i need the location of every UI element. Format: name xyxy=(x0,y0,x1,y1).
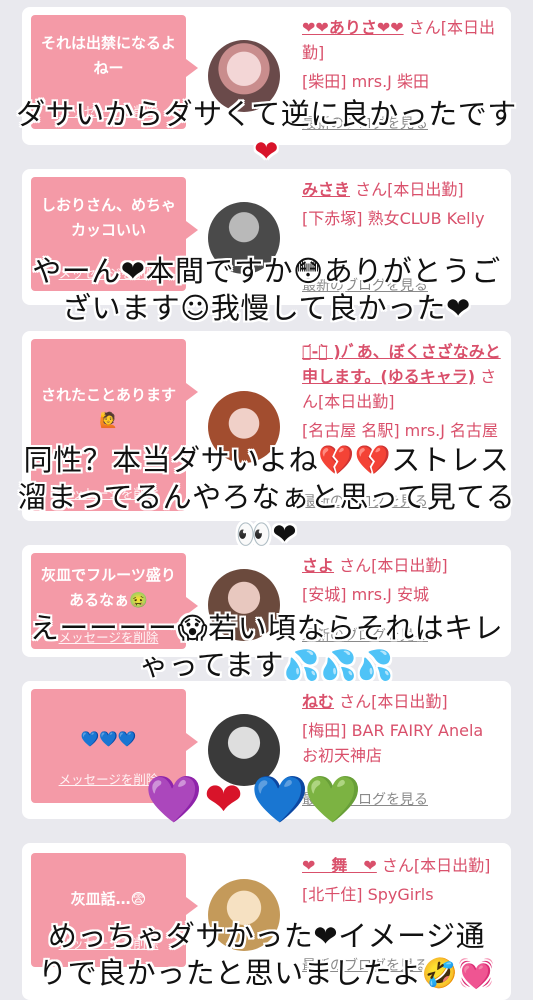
cast-name-link[interactable]: ❤❤ありさ❤❤ xyxy=(302,18,404,37)
message-text: それは出禁になるよねー xyxy=(41,34,177,77)
message-text: されたことあります🙋 xyxy=(41,386,177,429)
cast-name-link[interactable]: ❤ 舞 ❤ xyxy=(302,856,377,875)
reply-caption: やーん❤本間ですか😳ありがとうご ざいます☺我慢して良かった❤ xyxy=(32,254,501,325)
cast-status: さん[本日出勤] xyxy=(381,856,491,875)
shop-name: [梅田] BAR FAIRY Anela お初天神店 xyxy=(302,721,484,765)
cast-name-link[interactable]: ねむ xyxy=(302,692,334,711)
reply-caption: ダサいからダサくて逆に良かったです ❤ xyxy=(16,97,517,168)
purple-heart-icon: 💜 xyxy=(145,772,205,826)
blue-heart-icon: 💙 xyxy=(251,772,311,826)
message-text: 💙💙💙 xyxy=(80,730,137,748)
red-heart-icon: ❤ xyxy=(204,772,245,826)
message-text: 灰皿でフルーツ盛りあるなぁ🤢 xyxy=(41,566,176,609)
shop-name: [下赤塚] 熟女CLUB Kelly xyxy=(302,209,485,228)
message-text: 灰皿話…😨 xyxy=(70,890,147,908)
reply-caption: えーーーー😱若い頃ならそれはキレ ゃってます💦💦💦 xyxy=(29,611,504,682)
message-text: しおりさん、めちゃカッコいい xyxy=(41,196,177,239)
reply-caption: めっちゃダサかった❤イメージ通 りで良かったと思いましたよ🤣💓 xyxy=(38,919,495,990)
cast-name-link[interactable]: さよ xyxy=(302,556,334,575)
reply-caption: 同性？本当ダサいよね💔💔ストレス 溜まってるんやろなぁと思って見てる 👀❤ xyxy=(17,443,516,551)
cast-name-link[interactable]: ･᷄-･᷅ )ﾉﾞあ、ぼくさざなみと申します。(ゆるキャラ) xyxy=(302,342,501,386)
cast-name-link[interactable]: みさき xyxy=(302,180,350,199)
cast-status: さん[本日出勤] xyxy=(339,692,448,711)
shop-name: [北千住] SpyGirls xyxy=(302,885,434,904)
cast-status: さん[本日出勤] xyxy=(355,180,464,199)
shop-name: [名古屋 名駅] mrs.J 名古屋 xyxy=(302,421,499,440)
hearts-emoji-row: 💜❤ 💙💚 xyxy=(145,772,364,827)
shop-name: [柴田] mrs.J 柴田 xyxy=(302,72,429,91)
shop-name: [安城] mrs.J 安城 xyxy=(302,585,429,604)
green-heart-icon: 💚 xyxy=(304,772,364,826)
cast-status: さん[本日出勤] xyxy=(339,556,448,575)
